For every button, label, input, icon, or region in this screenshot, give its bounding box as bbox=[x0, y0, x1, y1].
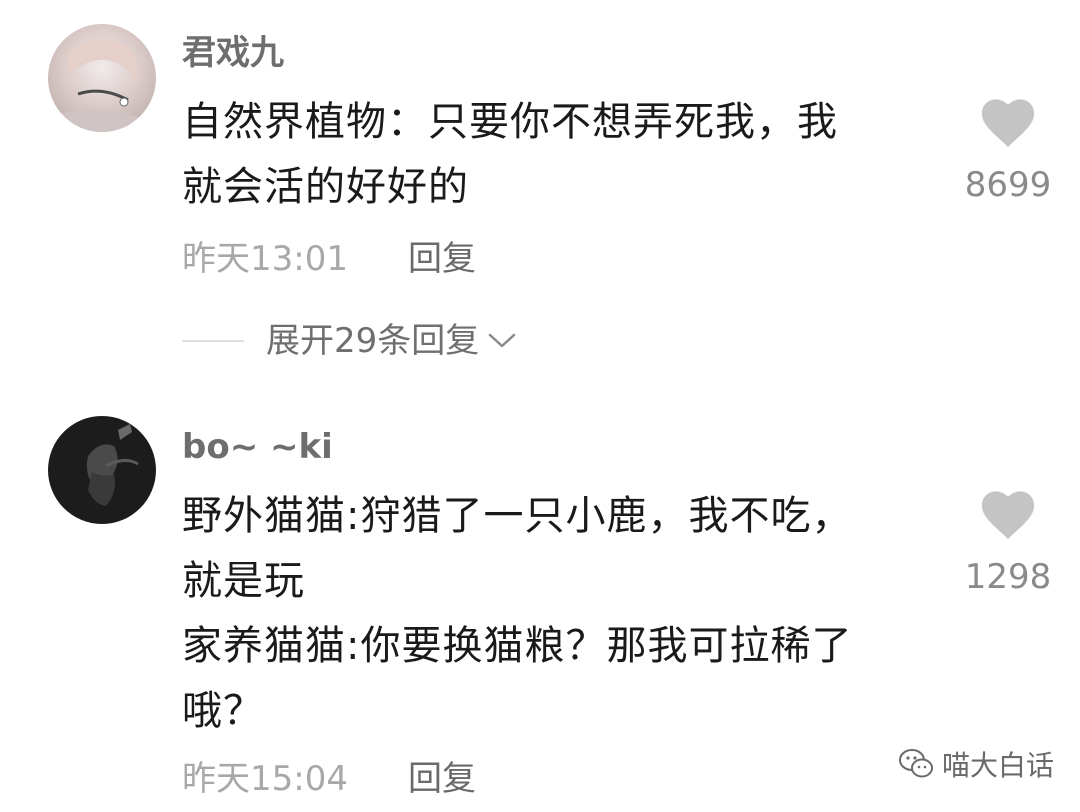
avatar-image bbox=[48, 24, 156, 132]
reply-button[interactable]: 回复 bbox=[408, 762, 476, 796]
comment-content-line: 哦？ bbox=[182, 688, 264, 734]
like-button[interactable]: 8699 bbox=[948, 98, 1068, 202]
watermark-text: 喵大白话 bbox=[942, 749, 1055, 782]
like-count: 8699 bbox=[964, 165, 1052, 205]
expand-replies-button[interactable]: 展开29条回复 bbox=[182, 324, 517, 358]
divider bbox=[182, 340, 244, 342]
watermark: 喵大白话 bbox=[898, 744, 1054, 784]
comment-timestamp: 昨天15:04 bbox=[182, 759, 348, 799]
wechat-icon bbox=[899, 749, 933, 778]
heart-icon bbox=[981, 491, 1035, 539]
comment-content-line: 就是玩 bbox=[182, 558, 305, 604]
comment-content: 野外猫猫:狩猎了一只小鹿，我不吃， 就是玩 家养猫猫:你要换猫粮？那我可拉稀了 … bbox=[182, 484, 852, 744]
comment-content-line: 就会活的好好的 bbox=[182, 164, 469, 210]
avatar[interactable] bbox=[48, 24, 156, 132]
comment-username[interactable]: 君戏九 bbox=[182, 36, 284, 70]
heart-icon bbox=[981, 99, 1035, 147]
comment-content-line: 野外猫猫:狩猎了一只小鹿，我不吃， bbox=[182, 493, 853, 539]
comment-content: 自然界植物：只要你不想弄死我，我 就会活的好好的 bbox=[182, 90, 838, 220]
like-button[interactable]: 1298 bbox=[948, 490, 1068, 594]
avatar[interactable] bbox=[48, 416, 156, 524]
comment-content-line: 自然界植物：只要你不想弄死我，我 bbox=[182, 99, 838, 145]
like-count: 1298 bbox=[964, 557, 1052, 597]
chevron-down-icon bbox=[489, 333, 516, 348]
comment-username[interactable]: bo~ ~ki bbox=[182, 430, 333, 464]
reply-button[interactable]: 回复 bbox=[408, 242, 476, 276]
comment-timestamp: 昨天13:01 bbox=[182, 239, 348, 279]
comment-content-line: 家养猫猫:你要换猫粮？那我可拉稀了 bbox=[182, 623, 853, 669]
avatar-image bbox=[48, 416, 156, 524]
expand-replies-label: 展开29条回复 bbox=[266, 321, 480, 361]
